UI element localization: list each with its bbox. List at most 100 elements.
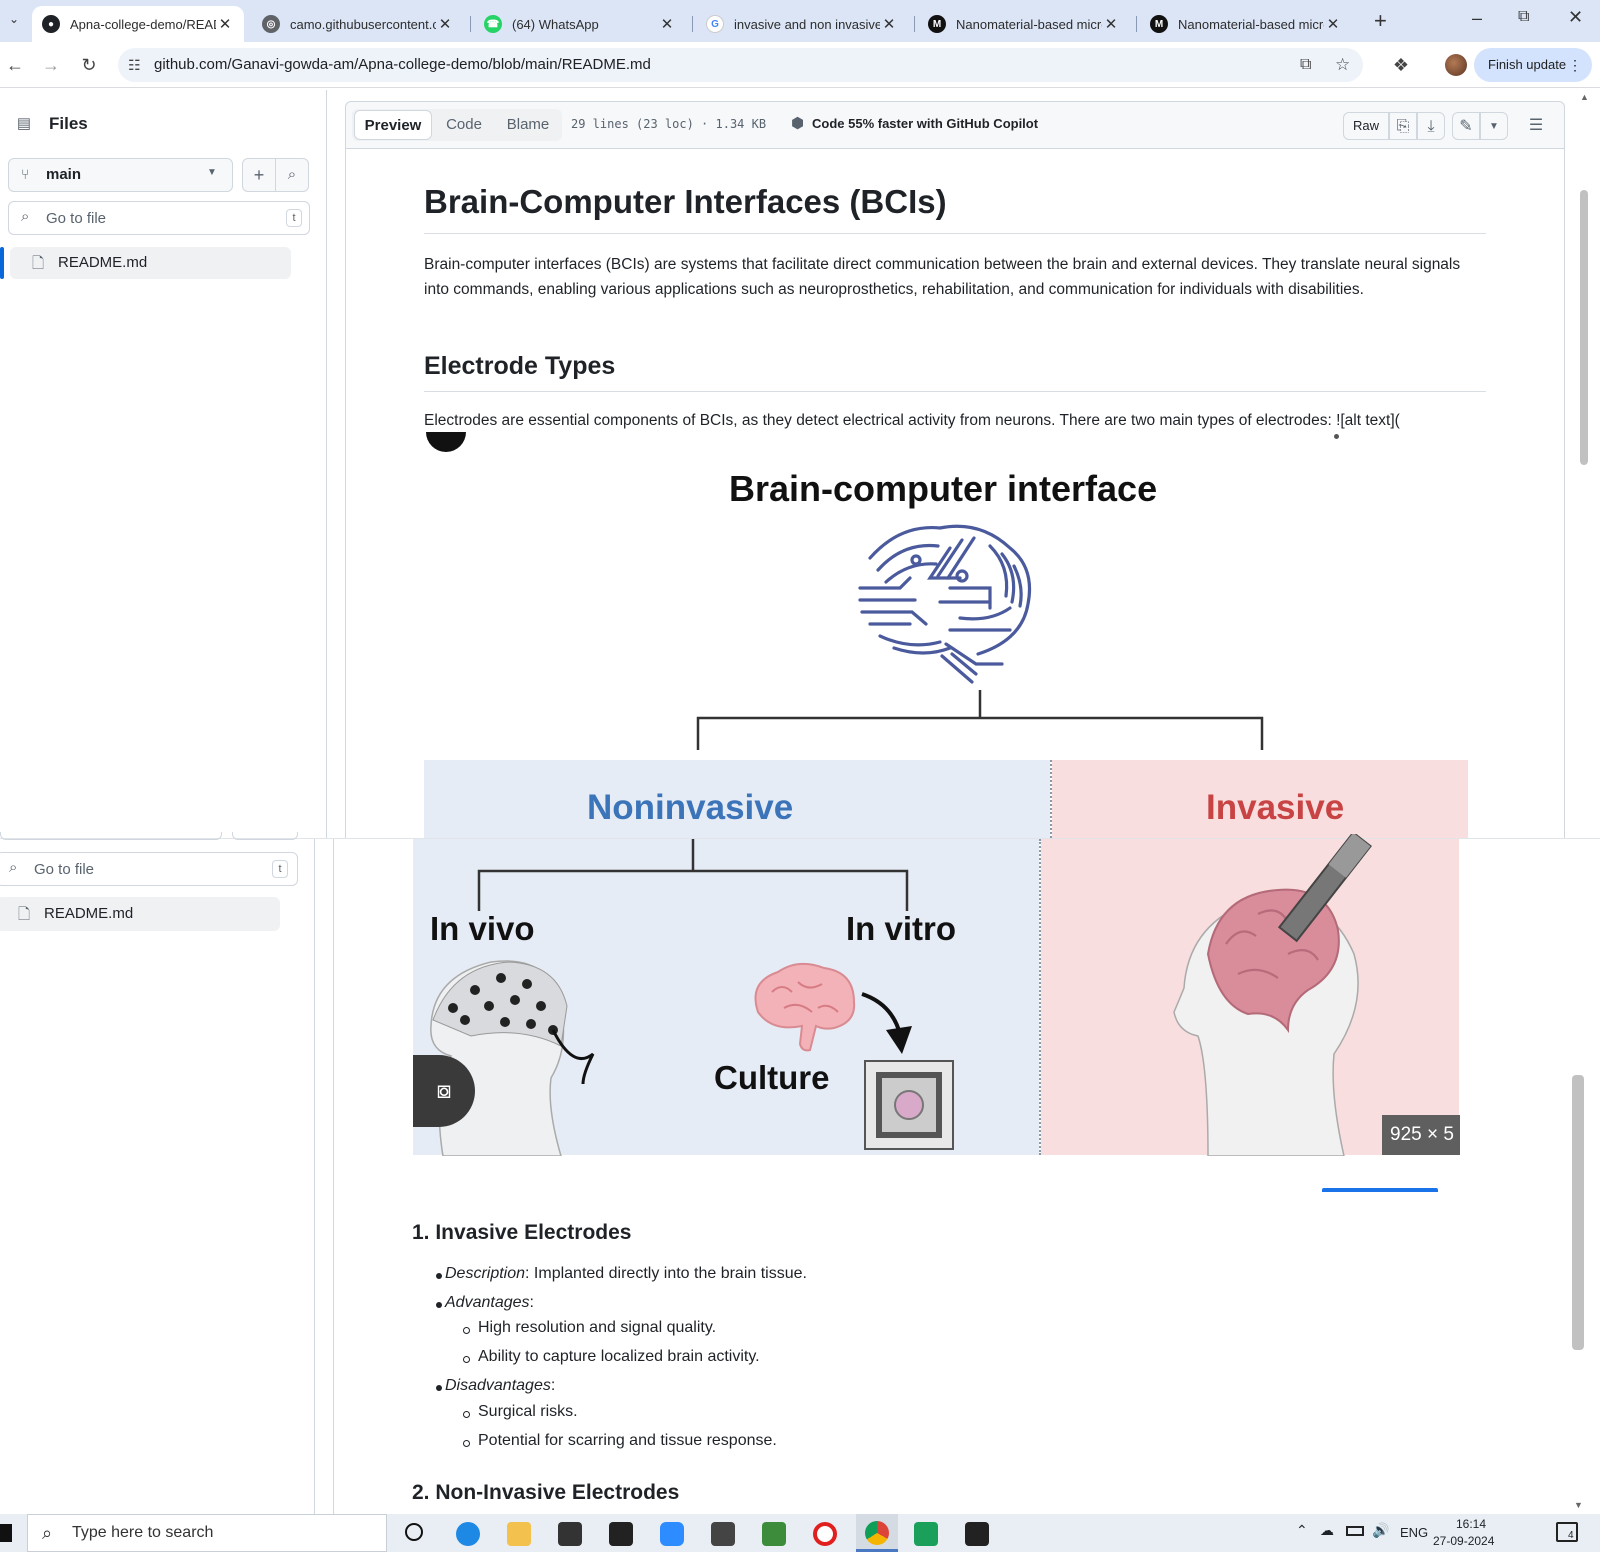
add-file-button[interactable]: + (242, 158, 276, 192)
cortana-icon[interactable] (405, 1523, 423, 1541)
language-indicator[interactable]: ENG (1400, 1525, 1428, 1540)
scroll-down-arrow[interactable]: ▼ (1574, 1500, 1583, 1510)
tab-code[interactable]: Code (434, 110, 494, 140)
collapse-sidebar-button[interactable]: ▤ (10, 110, 38, 138)
scrollbar-upper[interactable] (1580, 190, 1588, 465)
tab-nanomaterial-1[interactable]: M Nanomaterial-based micro ✕ (918, 6, 1130, 42)
outline-list-icon[interactable]: ☰ (1522, 112, 1550, 140)
zoom-icon[interactable] (660, 1522, 684, 1546)
address-bar[interactable]: ☷ github.com/Ganavi-gowda-am/Apna-colleg… (118, 48, 1363, 82)
file-item-readme-lower[interactable]: 🗋 README.md (0, 897, 280, 931)
branch-selector[interactable]: ⑂ main ▼ (8, 158, 233, 192)
tray-expand-icon[interactable]: ⌃ (1296, 1522, 1308, 1539)
figure-title: Brain-computer interface (729, 468, 1158, 509)
go-to-file-input-lower[interactable]: ⌕ Go to file t (0, 852, 298, 886)
scrollbar-lower[interactable] (1572, 1075, 1584, 1350)
scroll-up-arrow[interactable]: ▲ (1580, 92, 1589, 102)
edit-pencil-icon[interactable]: ✎ (1452, 112, 1480, 140)
tab-blame[interactable]: Blame (496, 110, 560, 140)
restore-button[interactable]: ⧉ (1518, 8, 1529, 26)
store-icon[interactable] (558, 1522, 582, 1546)
chrome-icon[interactable] (856, 1514, 898, 1552)
kaspersky-icon[interactable] (914, 1522, 938, 1546)
edge-icon[interactable] (456, 1522, 480, 1546)
file-meta: 29 lines (23 loc) · 1.34 KB (571, 117, 767, 131)
profile-avatar[interactable] (1445, 54, 1467, 76)
go-to-file-input[interactable]: ⌕ Go to file t (8, 201, 310, 235)
finish-update-button[interactable]: Finish update ⋮ (1474, 48, 1592, 82)
battery-icon[interactable] (1346, 1526, 1364, 1536)
description-item: Description: Implanted directly into the… (445, 1265, 807, 1283)
search-icon: ⌕ (21, 208, 30, 225)
file-item-readme[interactable]: 🗋 README.md (10, 247, 291, 279)
tab-nanomaterial-2[interactable]: M Nanomaterial-based micro ✕ (1140, 6, 1352, 42)
onedrive-icon[interactable]: ☁ (1320, 1522, 1334, 1539)
readme-title: Brain-Computer Interfaces (BCIs) (424, 183, 1486, 234)
search-button[interactable]: ⌕ (275, 158, 309, 192)
brain-culture-icon (754, 962, 856, 1052)
electrodes-paragraph: Electrodes are essential components of B… (424, 412, 1400, 429)
copilot-promo[interactable]: Code 55% faster with GitHub Copilot (812, 116, 1038, 131)
more-vert-icon[interactable]: ⋮ (1568, 48, 1582, 82)
camera-icon[interactable] (711, 1522, 735, 1546)
taskbar-search-input[interactable]: ⌕ Type here to search (27, 1514, 387, 1552)
close-icon[interactable]: ✕ (658, 15, 676, 33)
finish-update-label: Finish update (1488, 57, 1567, 72)
raw-button[interactable]: Raw (1343, 112, 1389, 140)
windows-start-icon[interactable] (0, 1524, 12, 1542)
mail-icon[interactable] (609, 1522, 633, 1546)
invasive-head-icon (1173, 834, 1372, 1156)
tab-title: (64) WhatsApp (512, 16, 599, 32)
file-header: Preview Code Blame 29 lines (23 loc) · 1… (345, 101, 1565, 149)
bookmark-star-icon[interactable]: ☆ (1335, 48, 1350, 82)
download-icon[interactable]: ⤓ (1417, 112, 1445, 140)
electrode-types-heading: Electrode Types (424, 352, 1486, 392)
noninvasive-label: Noninvasive (587, 788, 794, 827)
address-toolbar: ← → ↻ ☷ github.com/Ganavi-gowda-am/Apna-… (0, 42, 1600, 88)
file-explorer-icon[interactable] (507, 1522, 531, 1546)
disadvantage-item: Surgical risks. (478, 1403, 578, 1420)
tab-readme[interactable]: ● Apna-college-demo/READ ✕ (32, 6, 244, 42)
reload-icon[interactable]: ↻ (76, 52, 102, 78)
extensions-icon[interactable]: ❖ (1388, 52, 1414, 78)
install-app-icon[interactable]: ⧉ (1300, 48, 1311, 82)
new-tab-button[interactable]: + (1374, 8, 1387, 34)
whatsapp-icon: ☎ (484, 15, 502, 33)
tab-whatsapp[interactable]: ☎ (64) WhatsApp ✕ (474, 6, 686, 42)
site-settings-icon[interactable]: ☷ (128, 48, 141, 82)
tab-google-search[interactable]: G invasive and non invasive ✕ (696, 6, 908, 42)
opera-icon[interactable] (813, 1522, 837, 1546)
non-invasive-electrodes-heading: 2. Non-Invasive Electrodes (412, 1481, 680, 1504)
close-window-button[interactable]: ✕ (1568, 7, 1583, 28)
edit-dropdown-icon[interactable]: ▼ (1480, 112, 1508, 140)
minimize-button[interactable]: – (1472, 8, 1482, 29)
close-icon[interactable]: ✕ (880, 15, 898, 33)
copy-icon[interactable]: ⎘ (1389, 112, 1417, 140)
photos-icon[interactable] (965, 1522, 989, 1546)
tab-title: invasive and non invasive (734, 16, 880, 32)
notification-count: 4 (1568, 1530, 1574, 1541)
close-icon[interactable]: ✕ (216, 15, 234, 33)
app-icon[interactable] (762, 1522, 786, 1546)
back-arrow-icon[interactable]: ← (2, 52, 28, 78)
clock-time[interactable]: 16:14 (1456, 1517, 1486, 1531)
shortcut-kbd: t (272, 860, 288, 878)
volume-icon[interactable]: 🔊 (1372, 1522, 1389, 1539)
go-to-file-placeholder: Go to file (34, 861, 95, 878)
readme-intro: Brain-computer interfaces (BCIs) are sys… (424, 256, 1461, 298)
tab-camo[interactable]: ◎ camo.githubusercontent.c ✕ (252, 6, 464, 42)
disadvantages-item: Disadvantages: (445, 1377, 556, 1394)
notifications-icon[interactable]: 4 (1556, 1522, 1578, 1542)
disadvantage-item: Potential for scarring and tissue respon… (478, 1432, 777, 1449)
close-icon[interactable]: ✕ (1324, 15, 1342, 33)
tab-preview[interactable]: Preview (354, 110, 432, 140)
close-icon[interactable]: ✕ (1102, 15, 1120, 33)
tab-search-button[interactable]: ⌄ (4, 12, 24, 32)
clock-date[interactable]: 27-09-2024 (1433, 1534, 1494, 1548)
files-title: Files (49, 114, 88, 133)
forward-arrow-icon[interactable]: → (38, 52, 64, 78)
description-label: Description (445, 1265, 526, 1282)
tab-title: camo.githubusercontent.c (290, 16, 436, 32)
file-icon: 🗋 (32, 255, 45, 272)
close-icon[interactable]: ✕ (436, 15, 454, 33)
